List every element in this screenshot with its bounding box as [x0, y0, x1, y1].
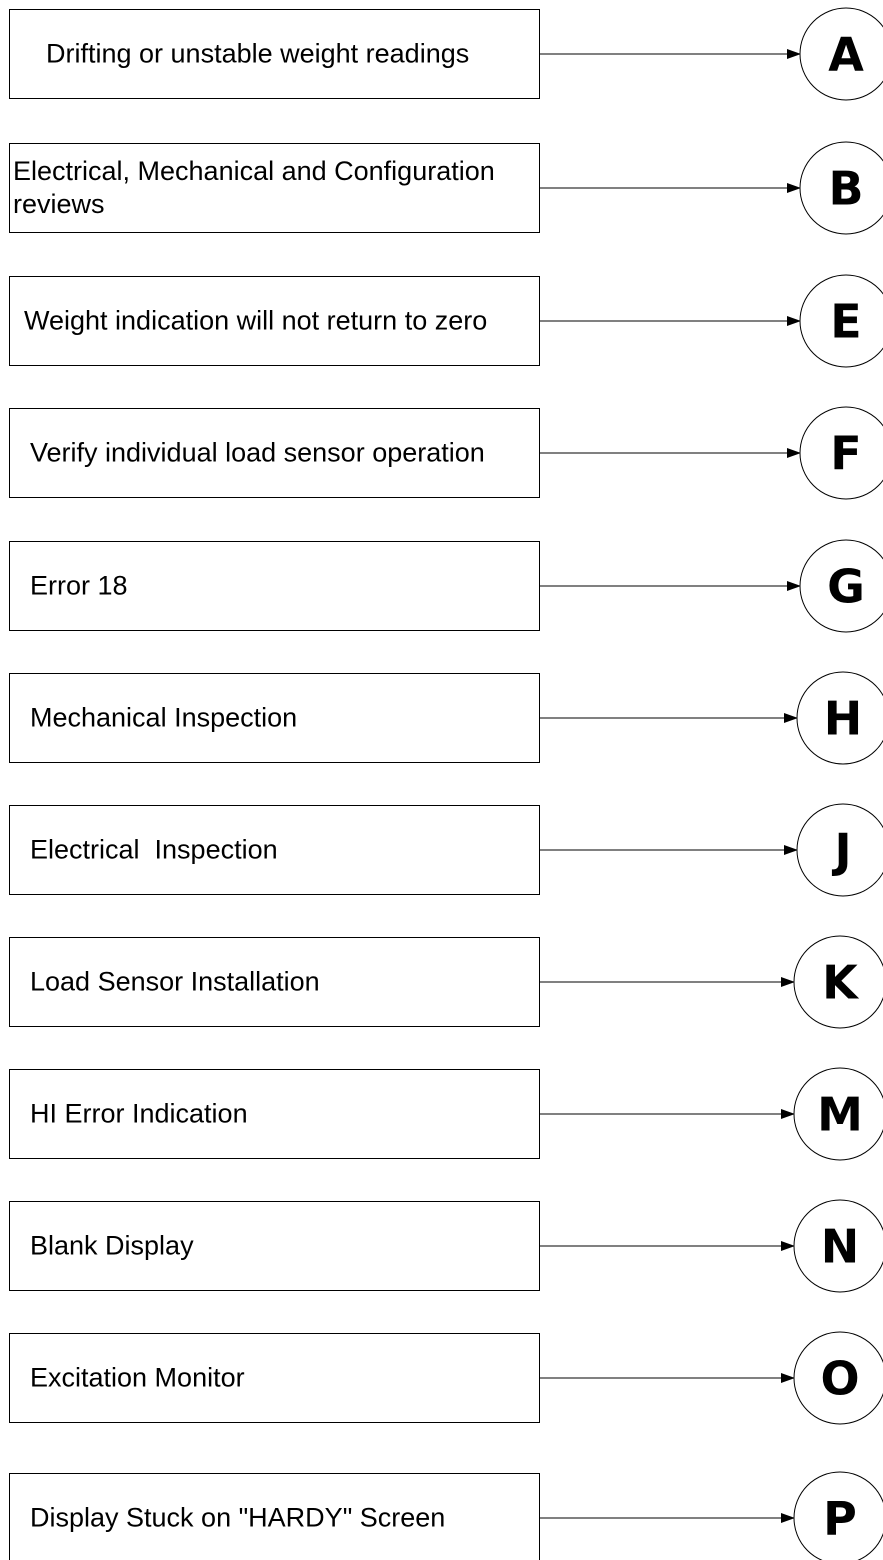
step-label: Verify individual load sensor operation	[30, 438, 485, 468]
reference-letter: O	[820, 1352, 859, 1406]
reference-letter: F	[830, 427, 861, 481]
diagram-row: Blank Display N	[9, 1199, 883, 1293]
reference-letter: K	[822, 956, 860, 1010]
reference-letter: E	[830, 295, 861, 349]
step-label: Electrical Inspection	[30, 835, 278, 865]
diagram-row: Drifting or unstable weight readings A	[9, 7, 883, 101]
step-label: Drifting or unstable weight readings	[46, 39, 469, 69]
reference-letter: J	[831, 824, 851, 878]
diagram-row: Verify individual load sensor operation F	[9, 406, 883, 500]
diagram-row: Error 18 G	[9, 539, 883, 633]
reference-letter: H	[824, 692, 863, 746]
diagram-row: Excitation Monitor O	[9, 1331, 883, 1425]
step-label: Error 18	[30, 571, 128, 601]
reference-letter: G	[827, 560, 865, 614]
diagram-row: Weight indication will not return to zer…	[9, 274, 883, 368]
step-label: Load Sensor Installation	[30, 967, 320, 997]
reference-letter: M	[817, 1088, 863, 1142]
step-label: Excitation Monitor	[30, 1363, 245, 1393]
troubleshooting-index-diagram: Drifting or unstable weight readings A Ele…	[9, 7, 883, 1560]
step-label: HI Error Indication	[30, 1099, 248, 1129]
reference-letter: N	[821, 1220, 860, 1274]
diagram-row: Electrical Inspection J	[9, 803, 883, 897]
diagram-row: Load Sensor Installation K	[9, 935, 883, 1029]
step-label: Mechanical Inspection	[30, 703, 297, 733]
step-label: Weight indication will not return to zer…	[24, 306, 487, 336]
reference-letter: P	[823, 1492, 857, 1546]
step-label: reviews	[13, 189, 105, 219]
reference-letter: B	[828, 162, 863, 216]
diagram-row: Mechanical Inspection H	[9, 671, 883, 765]
reference-letter: A	[828, 28, 864, 82]
step-label: Display Stuck on "HARDY" Screen	[30, 1503, 445, 1533]
diagram-row: HI Error Indication M	[9, 1067, 883, 1161]
diagram-row: Electrical, Mechanical and Configuration…	[9, 141, 883, 235]
step-label: Blank Display	[30, 1231, 194, 1261]
step-label: Electrical, Mechanical and Configuration	[13, 156, 495, 186]
diagram-row: Display Stuck on "HARDY" Screen P	[9, 1471, 883, 1560]
